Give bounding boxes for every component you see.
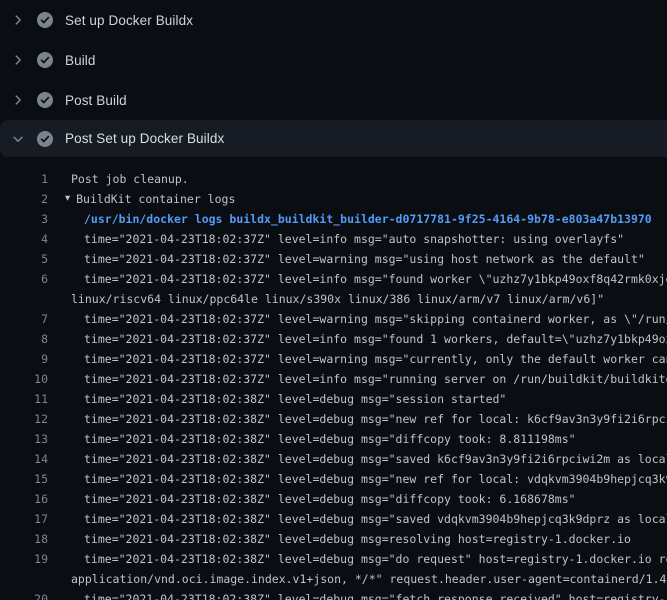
line-number[interactable]: 2 xyxy=(0,189,48,209)
line-number[interactable]: 5 xyxy=(0,249,48,269)
log-text: Post job cleanup. xyxy=(71,169,189,189)
log-text: time="2021-04-23T18:02:38Z" level=debug … xyxy=(84,529,631,549)
log-row: 11 time="2021-04-23T18:02:38Z" level=deb… xyxy=(0,389,667,409)
line-number[interactable]: 13 xyxy=(0,429,48,449)
chevron-right-icon[interactable] xyxy=(10,52,26,68)
log-row: 10 time="2021-04-23T18:02:37Z" level=inf… xyxy=(0,369,667,389)
log-row: 7 time="2021-04-23T18:02:37Z" level=warn… xyxy=(0,309,667,329)
line-number[interactable]: 19 xyxy=(0,549,48,569)
log-text: time="2021-04-23T18:02:38Z" level=debug … xyxy=(84,469,667,489)
line-number[interactable]: 16 xyxy=(0,489,48,509)
log-text: time="2021-04-23T18:02:37Z" level=warnin… xyxy=(84,249,645,269)
log-row: 5 time="2021-04-23T18:02:37Z" level=warn… xyxy=(0,249,667,269)
log-row: 14 time="2021-04-23T18:02:38Z" level=deb… xyxy=(0,449,667,469)
line-number[interactable]: 9 xyxy=(0,349,48,369)
log-area: 1 Post job cleanup. 2 ▼ BuildKit containe… xyxy=(0,169,667,600)
log-row: 19 time="2021-04-23T18:02:38Z" level=deb… xyxy=(0,549,667,569)
log-text: time="2021-04-23T18:02:38Z" level=debug … xyxy=(84,509,667,529)
line-number[interactable] xyxy=(0,289,48,309)
step-header-build[interactable]: Build xyxy=(0,40,667,80)
log-text: time="2021-04-23T18:02:38Z" level=debug … xyxy=(84,489,576,509)
log-text: time="2021-04-23T18:02:37Z" level=info m… xyxy=(84,269,667,289)
step-header-post-set-up-docker-buildx[interactable]: Post Set up Docker Buildx xyxy=(0,120,667,157)
log-text: time="2021-04-23T18:02:38Z" level=debug … xyxy=(84,589,667,600)
chevron-down-icon[interactable] xyxy=(10,131,26,147)
log-row: 2 ▼ BuildKit container logs xyxy=(0,189,667,209)
line-number[interactable]: 4 xyxy=(0,229,48,249)
log-text: time="2021-04-23T18:02:38Z" level=debug … xyxy=(84,549,667,569)
log-row: 20 time="2021-04-23T18:02:38Z" level=deb… xyxy=(0,589,667,600)
line-number[interactable]: 15 xyxy=(0,469,48,489)
log-row: 18 time="2021-04-23T18:02:38Z" level=deb… xyxy=(0,529,667,549)
log-text: time="2021-04-23T18:02:37Z" level=warnin… xyxy=(84,349,667,369)
group-toggle-icon[interactable]: ▼ xyxy=(65,189,70,209)
log-text: linux/riscv64 linux/ppc64le linux/s390x … xyxy=(71,289,604,309)
line-number[interactable]: 7 xyxy=(0,309,48,329)
chevron-right-icon[interactable] xyxy=(10,92,26,108)
actions-log-viewer: Set up Docker Buildx Build Post Build xyxy=(0,0,667,600)
log-row: 3 /usr/bin/docker logs buildx_buildkit_b… xyxy=(0,209,667,229)
line-number[interactable]: 10 xyxy=(0,369,48,389)
check-circle-icon xyxy=(37,12,53,28)
log-text: /usr/bin/docker logs buildx_buildkit_bui… xyxy=(84,209,652,229)
line-number[interactable]: 1 xyxy=(0,169,48,189)
log-text: application/vnd.oci.image.index.v1+json,… xyxy=(71,569,667,589)
line-number[interactable] xyxy=(0,569,48,589)
log-text: time="2021-04-23T18:02:37Z" level=warnin… xyxy=(84,309,667,329)
log-row: 4 time="2021-04-23T18:02:37Z" level=info… xyxy=(0,229,667,249)
step-header-set-up-docker-buildx[interactable]: Set up Docker Buildx xyxy=(0,0,667,40)
log-row: 6 time="2021-04-23T18:02:37Z" level=info… xyxy=(0,269,667,289)
step-title: Set up Docker Buildx xyxy=(65,13,193,28)
line-number[interactable]: 3 xyxy=(0,209,48,229)
step-header-post-build[interactable]: Post Build xyxy=(0,80,667,120)
step-title: Post Build xyxy=(65,93,127,108)
line-number[interactable]: 12 xyxy=(0,409,48,429)
log-row: application/vnd.oci.image.index.v1+json,… xyxy=(0,569,667,589)
log-text: time="2021-04-23T18:02:37Z" level=info m… xyxy=(84,229,624,249)
line-number[interactable]: 18 xyxy=(0,529,48,549)
log-text: time="2021-04-23T18:02:38Z" level=debug … xyxy=(84,389,506,409)
step-title: Build xyxy=(65,53,96,68)
line-number[interactable]: 11 xyxy=(0,389,48,409)
log-row: linux/riscv64 linux/ppc64le linux/s390x … xyxy=(0,289,667,309)
log-text: time="2021-04-23T18:02:37Z" level=info m… xyxy=(84,329,667,349)
line-number[interactable]: 17 xyxy=(0,509,48,529)
log-text: time="2021-04-23T18:02:37Z" level=info m… xyxy=(84,369,667,389)
line-number[interactable]: 20 xyxy=(0,589,48,600)
step-title: Post Set up Docker Buildx xyxy=(65,131,224,146)
chevron-right-icon[interactable] xyxy=(10,12,26,28)
log-text: BuildKit container logs xyxy=(76,189,235,209)
log-row: 13 time="2021-04-23T18:02:38Z" level=deb… xyxy=(0,429,667,449)
log-row: 1 Post job cleanup. xyxy=(0,169,667,189)
line-number[interactable]: 8 xyxy=(0,329,48,349)
line-number[interactable]: 14 xyxy=(0,449,48,469)
check-circle-icon xyxy=(37,52,53,68)
log-text: time="2021-04-23T18:02:38Z" level=debug … xyxy=(84,449,667,469)
log-row: 16 time="2021-04-23T18:02:38Z" level=deb… xyxy=(0,489,667,509)
log-row: 8 time="2021-04-23T18:02:37Z" level=info… xyxy=(0,329,667,349)
log-text: time="2021-04-23T18:02:38Z" level=debug … xyxy=(84,409,667,429)
log-text: time="2021-04-23T18:02:38Z" level=debug … xyxy=(84,429,576,449)
check-circle-icon xyxy=(37,131,53,147)
check-circle-icon xyxy=(37,92,53,108)
log-row: 9 time="2021-04-23T18:02:37Z" level=warn… xyxy=(0,349,667,369)
log-row: 12 time="2021-04-23T18:02:38Z" level=deb… xyxy=(0,409,667,429)
log-row: 15 time="2021-04-23T18:02:38Z" level=deb… xyxy=(0,469,667,489)
log-row: 17 time="2021-04-23T18:02:38Z" level=deb… xyxy=(0,509,667,529)
line-number[interactable]: 6 xyxy=(0,269,48,289)
steps-list: Set up Docker Buildx Build Post Build xyxy=(0,0,667,157)
